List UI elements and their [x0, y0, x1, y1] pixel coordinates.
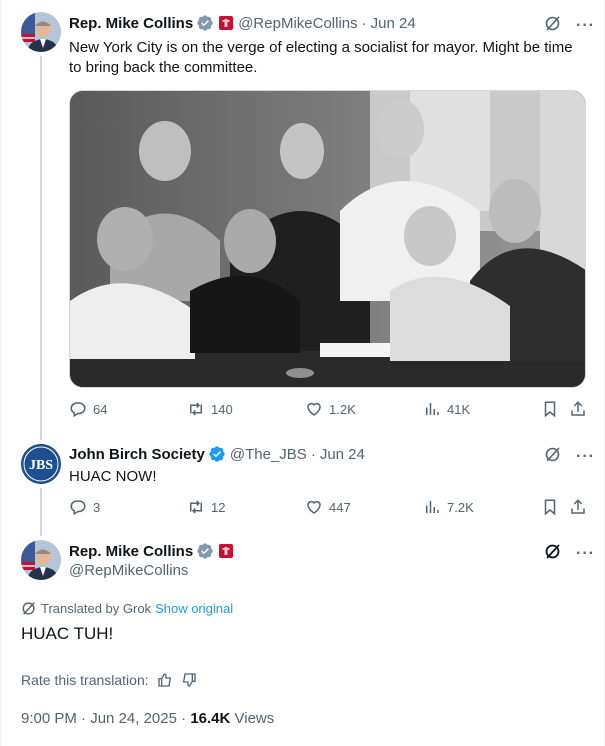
tweet-handle-row: @RepMikeCollins — [69, 562, 188, 579]
government-flag-icon[interactable] — [218, 15, 234, 31]
tweet-header: Rep. Mike Collins @RepMikeCollins · Jun … — [69, 14, 416, 32]
views-count: 7.2K — [447, 499, 474, 515]
share-button[interactable] — [569, 400, 587, 418]
thread-connector — [40, 488, 42, 536]
tweet-header: Rep. Mike Collins — [69, 542, 234, 560]
tweet-date[interactable]: Jun 24 — [320, 446, 365, 463]
display-name[interactable]: John Birch Society — [69, 446, 205, 463]
bookmark-icon — [541, 400, 559, 418]
translated-label: Translated by Grok — [41, 600, 152, 616]
government-flag-icon[interactable] — [218, 543, 234, 559]
views-label: Views — [234, 710, 275, 727]
tweet-meta: 9:00 PM · Jun 24, 2025 · 16.4K Views — [21, 710, 274, 727]
separator-dot: · — [181, 710, 191, 727]
user-handle[interactable]: @RepMikeCollins — [69, 562, 188, 579]
reply-icon — [69, 400, 87, 418]
avatar[interactable]: JBS — [21, 444, 61, 484]
translation-notice: Translated by Grok Show original — [21, 600, 233, 616]
repost-count: 12 — [211, 499, 226, 515]
reply-icon — [69, 498, 87, 516]
grok-icon — [21, 600, 37, 616]
thread-connector — [40, 56, 42, 440]
repost-button[interactable]: 140 — [187, 400, 233, 418]
like-button[interactable]: 447 — [305, 498, 351, 516]
bookmark-button[interactable] — [541, 498, 559, 516]
views-chart-icon — [423, 400, 441, 418]
tweet-text: HUAC TUH! — [21, 624, 114, 643]
reply-count: 3 — [93, 499, 101, 515]
verified-badge-icon[interactable] — [196, 542, 214, 560]
share-icon — [569, 498, 587, 516]
like-count: 1.2K — [329, 401, 356, 417]
more-dots-icon[interactable]: ··· — [576, 545, 595, 563]
tweet-actions: 64 140 1.2K 41K — [69, 400, 586, 420]
reply-button[interactable]: 3 — [69, 498, 100, 516]
display-name[interactable]: Rep. Mike Collins — [69, 15, 193, 32]
tweet-time[interactable]: 9:00 PM — [21, 710, 77, 727]
tweet-top-actions: ··· — [544, 445, 595, 468]
bookmark-button[interactable] — [541, 400, 559, 418]
repost-button[interactable]: 12 — [187, 498, 225, 516]
tweet-top-actions: ··· — [544, 14, 595, 37]
tweet-top-actions: ··· — [544, 542, 595, 565]
tweet-actions: 3 12 447 7.2K — [69, 498, 586, 518]
separator-dot: · — [81, 710, 91, 727]
reply-button[interactable]: 64 — [69, 400, 107, 418]
jbs-logo-text: JBS — [29, 458, 53, 473]
heart-icon — [305, 498, 323, 516]
repost-icon — [187, 400, 205, 418]
share-button[interactable] — [569, 498, 587, 516]
views-button[interactable]: 41K — [423, 400, 470, 418]
rate-translation: Rate this translation: — [21, 672, 197, 688]
user-handle[interactable]: @RepMikeCollins — [238, 15, 357, 32]
thumbs-up-icon[interactable] — [157, 672, 173, 688]
display-name[interactable]: Rep. Mike Collins — [69, 543, 193, 560]
more-dots-icon[interactable]: ··· — [576, 17, 595, 35]
separator-dot: · — [361, 14, 367, 32]
views-count: 16.4K — [190, 710, 231, 727]
views-button[interactable]: 7.2K — [423, 498, 474, 516]
avatar[interactable] — [21, 540, 61, 580]
repost-count: 140 — [211, 401, 233, 417]
thumbs-down-icon[interactable] — [181, 672, 197, 688]
tweet-photo[interactable] — [69, 90, 586, 388]
tweet-text: New York City is on the verge of electin… — [69, 39, 573, 76]
tweet-text: HUAC NOW! — [69, 468, 157, 485]
views-count: 41K — [447, 401, 471, 417]
heart-icon — [305, 400, 323, 418]
rate-label: Rate this translation: — [21, 672, 149, 688]
repost-icon — [187, 498, 205, 516]
tweet-date[interactable]: Jun 24 — [371, 15, 416, 32]
verified-badge-icon[interactable] — [208, 445, 226, 463]
views-chart-icon — [423, 498, 441, 516]
separator-dot: · — [310, 445, 316, 463]
avatar[interactable] — [21, 12, 61, 52]
bookmark-icon — [541, 498, 559, 516]
tweet-full-date[interactable]: Jun 24, 2025 — [90, 710, 177, 727]
more-dots-icon[interactable]: ··· — [576, 448, 595, 466]
share-icon — [569, 400, 587, 418]
conversation-thread: Rep. Mike Collins @RepMikeCollins · Jun … — [0, 0, 605, 746]
grok-icon[interactable] — [544, 542, 562, 565]
like-count: 447 — [329, 499, 351, 515]
grok-icon[interactable] — [544, 14, 562, 37]
verified-badge-icon[interactable] — [196, 14, 214, 32]
tweet-header: John Birch Society @The_JBS · Jun 24 — [69, 445, 365, 463]
grok-icon[interactable] — [544, 445, 562, 468]
like-button[interactable]: 1.2K — [305, 400, 356, 418]
show-original-link[interactable]: Show original — [155, 601, 233, 616]
user-handle[interactable]: @The_JBS — [230, 446, 307, 463]
reply-count: 64 — [93, 401, 108, 417]
